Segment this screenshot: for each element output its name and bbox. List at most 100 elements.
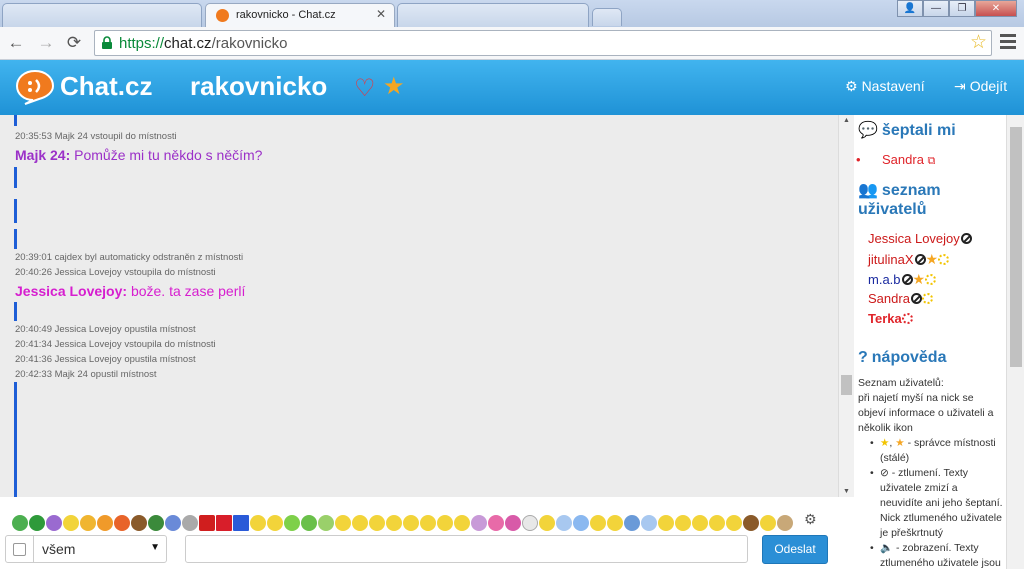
smiley-icon[interactable] [624, 514, 640, 531]
scroll-up-icon[interactable]: ▲ [843, 117, 850, 124]
smiley-icon[interactable] [488, 514, 504, 531]
smiley-icon[interactable] [46, 514, 62, 531]
user-item[interactable]: jitulinaX ★ [868, 251, 950, 268]
maximize-button[interactable]: ❐ [949, 0, 975, 17]
chat-scrollbar[interactable]: ▲ ▼ [838, 115, 854, 497]
smiley-icon[interactable] [284, 514, 300, 531]
smiley-icon[interactable] [590, 514, 606, 531]
forward-icon[interactable]: → [36, 33, 56, 53]
smiley-icon[interactable] [148, 514, 164, 531]
smiley-icon[interactable] [267, 514, 283, 531]
close-tab-icon[interactable]: ✕ [376, 7, 386, 21]
smiley-icon[interactable] [63, 514, 79, 531]
emoji-settings-icon[interactable]: ⚙ [804, 511, 817, 528]
smiley-icon[interactable] [29, 514, 45, 531]
address-bar[interactable]: https://chat.cz/rakovnicko ☆ [94, 30, 992, 56]
chat-logo-icon[interactable] [15, 69, 55, 105]
smiley-icon[interactable] [352, 514, 368, 531]
smiley-icon[interactable] [726, 514, 742, 531]
smiley-icon[interactable] [318, 514, 334, 531]
smiley-icon[interactable] [420, 514, 436, 531]
scroll-down-icon[interactable]: ▼ [843, 488, 850, 495]
sun-icon [938, 254, 950, 265]
bookmark-star-icon[interactable]: ☆ [970, 31, 987, 54]
comments-icon: 💬 [858, 122, 878, 139]
star-emoji-icon[interactable] [199, 514, 215, 531]
user-icon[interactable]: 👤 [897, 0, 923, 17]
users-icon: 👥 [858, 182, 878, 199]
send-button[interactable]: Odeslat [762, 535, 828, 564]
smiley-icon[interactable] [505, 514, 521, 531]
flag-icon[interactable] [233, 514, 249, 531]
smiley-icon[interactable] [641, 514, 657, 531]
browser-tab-1[interactable] [2, 3, 202, 27]
menu-icon[interactable] [1000, 34, 1016, 50]
smiley-icon[interactable] [607, 514, 623, 531]
logo-text[interactable]: Chat.cz [60, 71, 152, 102]
smiley-icon[interactable] [182, 514, 198, 531]
smiley-icon[interactable] [97, 514, 113, 531]
logout-icon: ⇥ [954, 78, 966, 94]
back-icon[interactable]: ← [6, 33, 26, 53]
smiley-icon[interactable] [386, 514, 402, 531]
system-message: 20:42:33 Majk 24 opustil místnost [15, 369, 157, 380]
smiley-icon[interactable] [522, 514, 538, 531]
scroll-thumb[interactable] [1010, 127, 1022, 367]
smiley-icon[interactable] [777, 514, 793, 531]
user-item[interactable]: Sandra [868, 291, 933, 306]
smiley-icon[interactable] [437, 514, 453, 531]
smiley-icon[interactable] [12, 514, 28, 531]
smiley-icon[interactable] [658, 514, 674, 531]
smiley-icon[interactable] [250, 514, 266, 531]
smiley-icon[interactable] [403, 514, 419, 531]
user-item[interactable]: Jessica Lovejoy [868, 231, 972, 246]
smiley-icon[interactable] [131, 514, 147, 531]
emoji-bar[interactable] [12, 514, 794, 532]
side-scrollbar[interactable] [1006, 115, 1024, 569]
smiley-icon[interactable] [692, 514, 708, 531]
settings-link[interactable]: ⚙ Nastavení [845, 78, 925, 95]
smiley-icon[interactable] [165, 514, 181, 531]
whisper-item[interactable]: • Sandra ⧉ [856, 152, 935, 168]
smiley-icon[interactable] [301, 514, 317, 531]
browser-tab-active[interactable]: rakovnicko - Chat.cz ✕ [205, 3, 395, 27]
message-nick[interactable]: Majk 24: [15, 147, 70, 163]
minimize-button[interactable]: — [923, 0, 949, 17]
divider [33, 536, 34, 562]
system-message: 20:39:01 cajdex byl automaticky odstraně… [15, 252, 244, 263]
smiley-icon[interactable] [335, 514, 351, 531]
smiley-icon[interactable] [471, 514, 487, 531]
new-tab-button[interactable] [592, 8, 622, 26]
smiley-icon[interactable] [709, 514, 725, 531]
private-checkbox[interactable] [13, 543, 26, 556]
message-nick[interactable]: Jessica Lovejoy: [15, 283, 127, 299]
flag-icon[interactable] [216, 514, 232, 531]
help-intro: Seznam uživatelů: při najetí myší na nic… [858, 377, 994, 434]
star-icon[interactable]: ★ [383, 72, 405, 101]
smiley-icon[interactable] [760, 514, 776, 531]
message-separator [14, 229, 17, 249]
smiley-icon[interactable] [454, 514, 470, 531]
smiley-icon[interactable] [675, 514, 691, 531]
smiley-icon[interactable] [573, 514, 589, 531]
heart-icon[interactable]: ♡ [354, 74, 376, 103]
url-text: https://chat.cz/rakovnicko [119, 35, 288, 52]
smiley-icon[interactable] [80, 514, 96, 531]
smiley-icon[interactable] [556, 514, 572, 531]
smiley-icon[interactable] [114, 514, 130, 531]
scroll-thumb[interactable] [841, 375, 852, 395]
poop-icon[interactable] [743, 514, 759, 531]
users-heading: 👥 seznam uživatelů [858, 182, 941, 218]
user-item[interactable]: m.a.b ★ [868, 271, 937, 288]
message-input[interactable] [185, 535, 748, 563]
message-separator [14, 115, 17, 126]
app-header: Chat.cz rakovnicko ♡ ★ ⚙ Nastavení ⇥ Odejí… [0, 60, 1024, 115]
browser-tab-3[interactable] [397, 3, 589, 27]
logout-link[interactable]: ⇥ Odejít [954, 78, 1007, 95]
smiley-icon[interactable] [369, 514, 385, 531]
reload-icon[interactable]: ⟳ [64, 33, 84, 53]
smiley-icon[interactable] [539, 514, 555, 531]
close-window-button[interactable]: ✕ [975, 0, 1017, 17]
user-item[interactable]: Terka [868, 311, 913, 326]
recipient-select[interactable]: všem ▼ [5, 535, 167, 563]
